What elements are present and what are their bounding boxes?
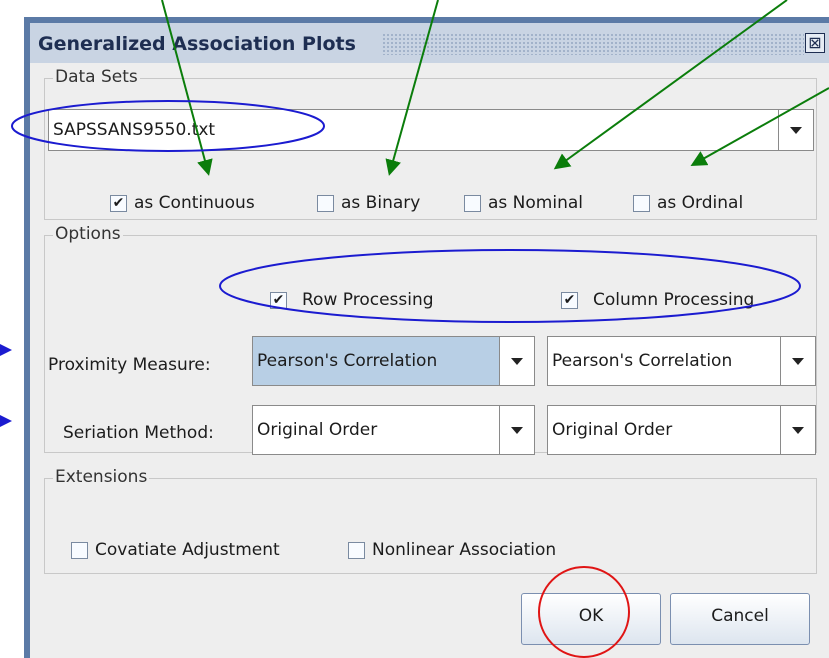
data-sets-panel: Data Sets SAPSSANS9550.txt ✔ as Continuo…	[44, 67, 817, 220]
title-bar[interactable]: Generalized Association Plots ⊠	[30, 23, 829, 63]
data-set-value: SAPSSANS9550.txt	[53, 120, 216, 140]
as-nominal-label: as Nominal	[488, 193, 583, 213]
row-processing-label: Row Processing	[302, 290, 434, 310]
checkbox-icon[interactable]	[464, 194, 481, 212]
as-nominal-checkbox[interactable]: as Nominal	[464, 193, 583, 213]
proximity-column-value: Pearson's Correlation	[552, 351, 733, 371]
ok-button-label: OK	[578, 606, 604, 626]
extensions-legend: Extensions	[53, 467, 150, 487]
as-ordinal-label: as Ordinal	[657, 193, 744, 213]
proximity-row-select[interactable]: Pearson's Correlation	[252, 336, 535, 386]
seriation-row-value: Original Order	[257, 420, 378, 440]
seriation-column-select[interactable]: Original Order	[547, 405, 816, 455]
seriation-row-select[interactable]: Original Order	[252, 405, 535, 455]
checkbox-icon[interactable]	[348, 541, 365, 559]
nonlinear-association-checkbox[interactable]: Nonlinear Association	[348, 540, 556, 560]
as-binary-checkbox[interactable]: as Binary	[317, 193, 420, 213]
annotation-arrow-proximity	[0, 344, 12, 356]
dialog-window: Generalized Association Plots ⊠ Data Set…	[24, 17, 829, 658]
proximity-measure-label: Proximity Measure:	[48, 355, 211, 375]
chevron-down-icon[interactable]	[499, 406, 534, 454]
checkbox-icon[interactable]: ✔	[110, 194, 127, 212]
chevron-down-icon[interactable]	[778, 110, 813, 150]
checkbox-icon[interactable]	[317, 194, 334, 212]
checkbox-icon[interactable]	[633, 194, 650, 212]
extensions-panel: Extensions Covatiate Adjustment Nonlinea…	[44, 467, 817, 574]
as-continuous-checkbox[interactable]: ✔ as Continuous	[110, 193, 255, 213]
annotation-arrow-seriation	[0, 415, 12, 427]
proximity-row-value: Pearson's Correlation	[257, 351, 438, 371]
checkbox-icon[interactable]	[71, 541, 88, 559]
data-set-select[interactable]: SAPSSANS9550.txt	[48, 109, 814, 151]
close-button[interactable]: ⊠	[805, 33, 825, 53]
cancel-button-label: Cancel	[711, 606, 769, 626]
seriation-method-label: Seriation Method:	[63, 423, 214, 443]
chevron-down-icon[interactable]	[780, 406, 815, 454]
as-continuous-label: as Continuous	[134, 193, 255, 213]
row-processing-checkbox[interactable]: ✔ Row Processing	[270, 290, 434, 310]
column-processing-label: Column Processing	[593, 290, 755, 310]
proximity-column-select[interactable]: Pearson's Correlation	[547, 336, 816, 386]
options-panel: Options ✔ Row Processing ✔ Column Proces…	[44, 224, 817, 455]
checkbox-icon[interactable]: ✔	[270, 291, 287, 309]
column-processing-checkbox[interactable]: ✔ Column Processing	[561, 290, 754, 310]
covariate-adjustment-checkbox[interactable]: Covatiate Adjustment	[71, 540, 280, 560]
cancel-button[interactable]: Cancel	[670, 593, 810, 645]
title-grip-pattern	[382, 33, 804, 55]
chevron-down-icon[interactable]	[499, 337, 534, 385]
checkbox-icon[interactable]: ✔	[561, 291, 578, 309]
as-ordinal-checkbox[interactable]: as Ordinal	[633, 193, 743, 213]
options-legend: Options	[53, 224, 123, 244]
ok-button[interactable]: OK	[521, 593, 661, 645]
data-sets-legend: Data Sets	[53, 67, 140, 87]
as-binary-label: as Binary	[341, 193, 421, 213]
covariate-adjustment-label: Covatiate Adjustment	[95, 540, 280, 560]
dialog-title: Generalized Association Plots	[38, 33, 356, 55]
chevron-down-icon[interactable]	[780, 337, 815, 385]
seriation-column-value: Original Order	[552, 420, 673, 440]
dialog-body: Generalized Association Plots ⊠ Data Set…	[30, 23, 829, 658]
nonlinear-association-label: Nonlinear Association	[372, 540, 557, 560]
